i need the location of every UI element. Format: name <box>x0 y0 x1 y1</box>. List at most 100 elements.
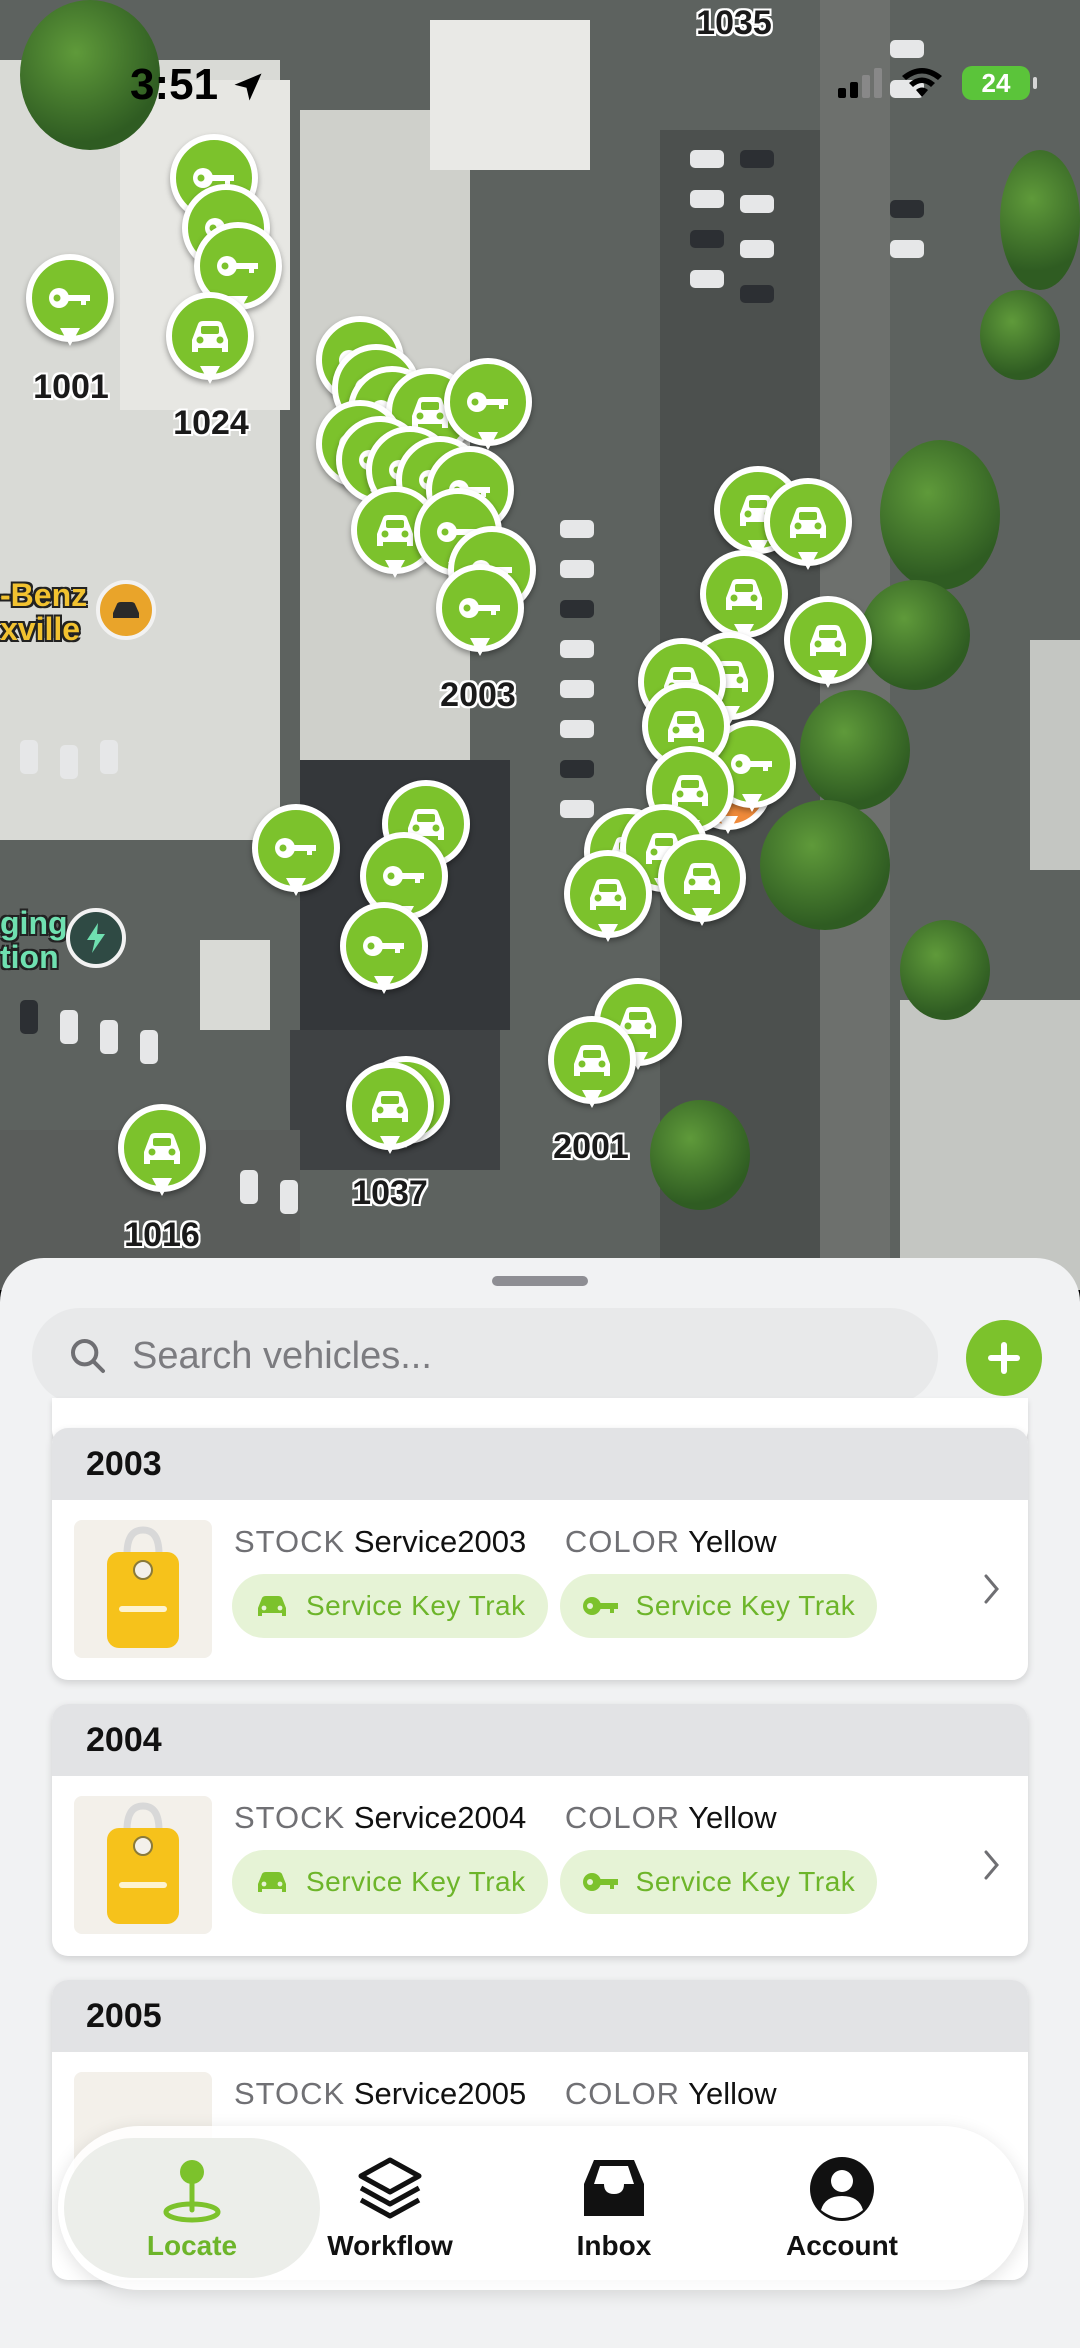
color-key: COLOR <box>564 1524 681 1559</box>
inbox-tray-icon <box>584 2160 644 2216</box>
search-bar[interactable] <box>32 1308 938 1404</box>
add-vehicle-button[interactable] <box>966 1320 1042 1396</box>
color-value: Yellow <box>688 1800 777 1835</box>
vehicle-meta: STOCK Service2004 COLOR Yellow <box>234 1800 807 1836</box>
stock-key: STOCK <box>234 1524 346 1559</box>
parked-car <box>60 1010 78 1044</box>
key-icon <box>731 754 772 774</box>
sheet-grabber[interactable] <box>492 1276 588 1286</box>
color-key: COLOR <box>564 2076 681 2111</box>
search-input[interactable] <box>132 1334 892 1378</box>
key-icon <box>459 598 500 618</box>
pin-label-2001: 2001 <box>553 1128 629 1166</box>
vehicle-row[interactable]: STOCK Service2003 COLOR Yellow Service K… <box>52 1500 1028 1680</box>
parked-car <box>740 240 774 258</box>
parked-car <box>560 600 594 618</box>
color-key: COLOR <box>564 1800 681 1835</box>
vehicle-location-chip[interactable]: Service Key Trak <box>232 1850 548 1914</box>
color-value: Yellow <box>688 1524 777 1559</box>
yellow-key-tag-icon <box>107 1526 179 1648</box>
building <box>900 1000 1080 1290</box>
car-dealer-icon[interactable] <box>96 580 156 640</box>
car-icon <box>144 1133 180 1164</box>
tree <box>760 800 890 930</box>
chevron-right-icon <box>984 1850 999 1880</box>
chevron-right-icon <box>984 1574 999 1604</box>
pin-label-2003: 2003 <box>440 676 516 714</box>
vehicle-row[interactable]: STOCK Service2004 COLOR Yellow Service K… <box>52 1776 1028 1956</box>
parked-car <box>280 1180 298 1214</box>
vehicle-pin-car[interactable] <box>548 1016 636 1112</box>
status-indicators: 24 <box>838 66 1037 100</box>
car-icon <box>590 879 626 910</box>
tree <box>650 1100 750 1210</box>
vehicle-pin-key[interactable] <box>26 254 114 350</box>
tab-inbox[interactable]: Inbox <box>514 2126 714 2290</box>
parked-car <box>890 40 924 58</box>
parked-car <box>740 195 774 213</box>
key-icon <box>275 838 316 858</box>
battery-indicator: 24 <box>962 66 1037 100</box>
location-pin-icon <box>163 2160 221 2223</box>
car-icon <box>810 625 846 656</box>
parked-car <box>240 1170 258 1204</box>
key-tag-thumbnail <box>74 1796 212 1934</box>
car-icon <box>574 1045 610 1076</box>
parked-car <box>740 150 774 168</box>
vehicle-group-2003: 2003 STOCK Service2003 COLOR Yellow Serv… <box>52 1428 1028 1680</box>
group-header: 2004 <box>52 1704 1028 1776</box>
ev-charger-icon[interactable] <box>66 908 126 968</box>
vehicle-pin-car[interactable] <box>658 834 746 930</box>
vehicle-pin-car[interactable] <box>166 292 254 388</box>
vehicle-meta: STOCK Service2003 COLOR Yellow <box>234 1524 807 1560</box>
vehicle-pin-car[interactable] <box>346 1062 434 1158</box>
car-icon <box>377 515 413 546</box>
parked-car <box>560 640 594 658</box>
wifi-icon <box>902 68 942 97</box>
parked-car <box>890 240 924 258</box>
tree <box>800 690 910 810</box>
parked-car <box>20 740 38 774</box>
plus-icon <box>988 1342 1020 1374</box>
key-location-chip[interactable]: Service Key Trak <box>559 1574 878 1638</box>
tab-bar: Locate Workflow Inbox Account <box>58 2126 1024 2290</box>
vehicle-pin-key[interactable] <box>340 902 428 998</box>
tree <box>860 580 970 690</box>
pin-label-1024: 1024 <box>173 404 249 442</box>
parked-car <box>890 200 924 218</box>
vehicle-meta: STOCK Service2005 COLOR Yellow <box>234 2076 807 2112</box>
key-icon <box>383 866 424 886</box>
pin-label-1037: 1037 <box>352 1174 428 1212</box>
parked-car <box>690 150 724 168</box>
building <box>1030 640 1080 870</box>
tab-locate[interactable]: Locate <box>64 2138 320 2278</box>
tree <box>1000 150 1080 290</box>
poi-charging-label: ging tion <box>0 905 68 975</box>
parked-car <box>560 560 594 578</box>
car-icon <box>726 579 762 610</box>
vehicle-pin-car[interactable] <box>784 596 872 692</box>
parked-car <box>560 520 594 538</box>
parked-car <box>100 740 118 774</box>
vehicle-pin-key[interactable] <box>252 804 340 900</box>
layers-icon <box>358 2157 422 2219</box>
vehicle-location-chip[interactable]: Service Key Trak <box>232 1574 548 1638</box>
location-arrow-icon <box>234 73 262 101</box>
vehicle-pin-car[interactable] <box>564 850 652 946</box>
tree <box>880 440 1000 590</box>
key-icon <box>217 256 258 276</box>
vehicle-group-2004: 2004 STOCK Service2004 COLOR Yellow Serv… <box>52 1704 1028 1956</box>
car-icon <box>372 1091 408 1122</box>
vehicle-pin-key[interactable] <box>436 564 524 660</box>
key-location-chip[interactable]: Service Key Trak <box>559 1850 878 1914</box>
vehicle-map[interactable]: -Benz xville ging tion 1035 1001 1024 20… <box>0 0 1080 1290</box>
parked-car <box>740 285 774 303</box>
pin-label-1035: 1035 <box>696 4 772 42</box>
color-value: Yellow <box>688 2076 777 2111</box>
stock-value: Service2003 <box>353 1524 527 1559</box>
parked-car <box>560 680 594 698</box>
tab-account[interactable]: Account <box>742 2126 942 2290</box>
tab-workflow[interactable]: Workflow <box>290 2126 490 2290</box>
car-icon <box>668 711 704 742</box>
vehicle-pin-car[interactable] <box>118 1104 206 1200</box>
